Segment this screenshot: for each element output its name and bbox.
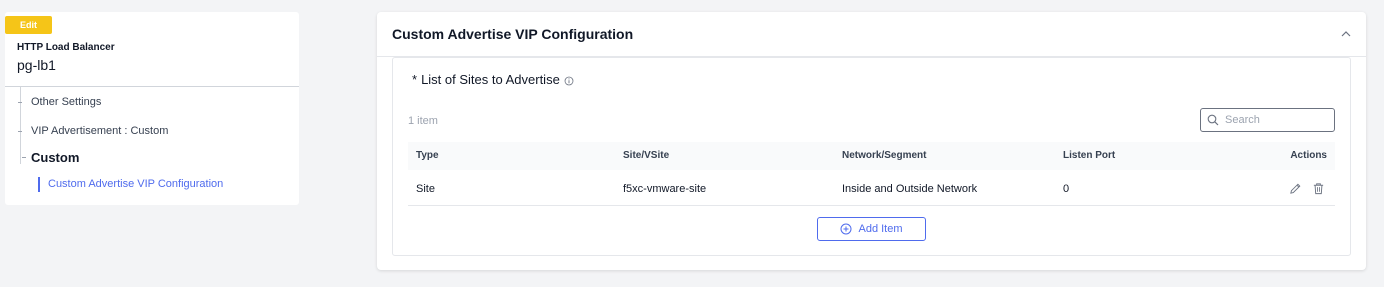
load-balancer-name: pg-lb1 — [17, 57, 56, 73]
table-header: Type Site/VSite Network/Segment Listen P… — [408, 142, 1335, 170]
edit-icon[interactable] — [1289, 182, 1302, 195]
section-label-text: List of Sites to Advertise — [421, 72, 560, 87]
search-box[interactable] — [1200, 108, 1335, 132]
nav-item-vip-advertisement[interactable]: VIP Advertisement : Custom — [31, 125, 168, 137]
row-actions — [1289, 182, 1325, 195]
column-header-site[interactable]: Site/VSite — [623, 142, 669, 170]
column-header-network[interactable]: Network/Segment — [842, 142, 926, 170]
search-input[interactable] — [1225, 114, 1325, 126]
add-item-button[interactable]: Add Item — [817, 217, 926, 241]
column-header-type[interactable]: Type — [416, 142, 439, 170]
column-header-listen-port[interactable]: Listen Port — [1063, 142, 1115, 170]
table-row[interactable]: Site f5xc-vmware-site Inside and Outside… — [408, 172, 1335, 206]
tree-bullet — [22, 157, 26, 158]
load-balancer-type: HTTP Load Balancer — [17, 42, 115, 53]
cell-type: Site — [416, 183, 435, 195]
custom-advertise-vip-card: Custom Advertise VIP Configuration * List… — [377, 12, 1366, 270]
search-icon — [1207, 114, 1219, 126]
edit-badge: Edit — [5, 16, 52, 34]
card-title: Custom Advertise VIP Configuration — [392, 26, 634, 42]
cell-site: f5xc-vmware-site — [623, 183, 707, 195]
section-label: * List of Sites to Advertise — [412, 72, 574, 87]
add-item-label: Add Item — [858, 223, 903, 235]
nav-item-other-settings[interactable]: Other Settings — [31, 96, 101, 108]
tree-line — [20, 87, 21, 164]
nav-item-custom[interactable]: Custom — [31, 150, 79, 165]
item-count: 1 item — [408, 115, 438, 127]
divider — [5, 86, 299, 87]
chevron-up-icon[interactable] — [1340, 28, 1352, 40]
column-header-actions: Actions — [1290, 150, 1327, 161]
info-icon[interactable] — [564, 76, 574, 86]
cell-network: Inside and Outside Network — [842, 183, 978, 195]
tree-bullet — [18, 131, 22, 132]
cell-listen-port: 0 — [1063, 183, 1070, 195]
tree-bullet — [18, 102, 22, 103]
left-panel: Edit HTTP Load Balancer pg-lb1 Other Set… — [5, 12, 299, 205]
nav-item-custom-advertise-vip[interactable]: Custom Advertise VIP Configuration — [38, 177, 268, 192]
plus-circle-icon — [840, 223, 852, 235]
required-mark: * — [412, 72, 418, 87]
sites-list-section: *List of Sites to Advertise 1 item Type … — [392, 57, 1351, 256]
trash-icon[interactable] — [1312, 182, 1325, 195]
